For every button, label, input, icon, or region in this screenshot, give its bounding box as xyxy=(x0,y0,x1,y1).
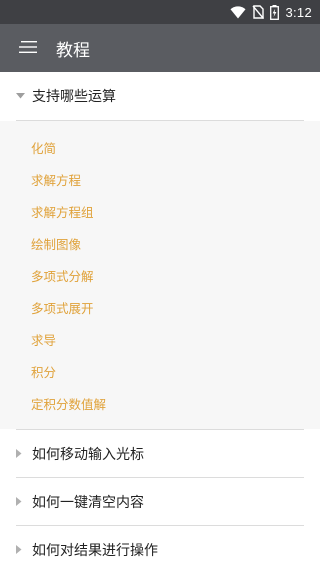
section-title: 支持哪些运算 xyxy=(32,89,116,105)
app-bar: 教程 xyxy=(0,24,320,72)
topic-link-solve-system[interactable]: 求解方程组 xyxy=(0,195,320,227)
section-header-supported-operations[interactable]: 支持哪些运算 xyxy=(0,72,320,120)
wifi-icon xyxy=(230,5,246,19)
caret-down-icon xyxy=(16,93,28,99)
no-sim-icon xyxy=(252,5,265,19)
topic-link-solve-equation[interactable]: 求解方程 xyxy=(0,163,320,195)
status-time: 3:12 xyxy=(285,4,312,20)
section-title: 如何对结果进行操作 xyxy=(32,542,158,559)
tutorial-list: 支持哪些运算 化简 求解方程 求解方程组 绘制图像 多项式分解 多项式展开 求导… xyxy=(0,72,320,569)
collapsed-sections: 如何移动输入光标 如何一键清空内容 如何对结果进行操作 xyxy=(0,430,320,569)
topic-link-plot-graph[interactable]: 绘制图像 xyxy=(0,227,320,259)
topic-link-simplify[interactable]: 化简 xyxy=(0,131,320,163)
page-title: 教程 xyxy=(56,40,90,61)
section-header-result-actions[interactable]: 如何对结果进行操作 xyxy=(0,526,320,569)
topic-link-factor-polynomial[interactable]: 多项式分解 xyxy=(0,259,320,291)
battery-charging-icon xyxy=(270,4,280,20)
topic-link-expand-polynomial[interactable]: 多项式展开 xyxy=(0,291,320,323)
section-title: 如何移动输入光标 xyxy=(32,446,144,463)
menu-icon xyxy=(19,39,37,58)
caret-right-icon xyxy=(16,449,28,458)
caret-right-icon xyxy=(16,497,28,506)
topic-link-integral[interactable]: 积分 xyxy=(0,355,320,387)
section-title: 如何一键清空内容 xyxy=(32,494,144,511)
menu-button[interactable] xyxy=(0,24,56,72)
topic-link-derivative[interactable]: 求导 xyxy=(0,323,320,355)
topic-link-definite-integral[interactable]: 定积分数值解 xyxy=(0,387,320,419)
status-bar: 3:12 xyxy=(0,0,320,24)
section-header-clear-content[interactable]: 如何一键清空内容 xyxy=(0,478,320,525)
section-header-move-cursor[interactable]: 如何移动输入光标 xyxy=(0,430,320,477)
caret-right-icon xyxy=(16,545,28,554)
section-body-supported-operations: 化简 求解方程 求解方程组 绘制图像 多项式分解 多项式展开 求导 积分 定积分… xyxy=(0,121,320,429)
